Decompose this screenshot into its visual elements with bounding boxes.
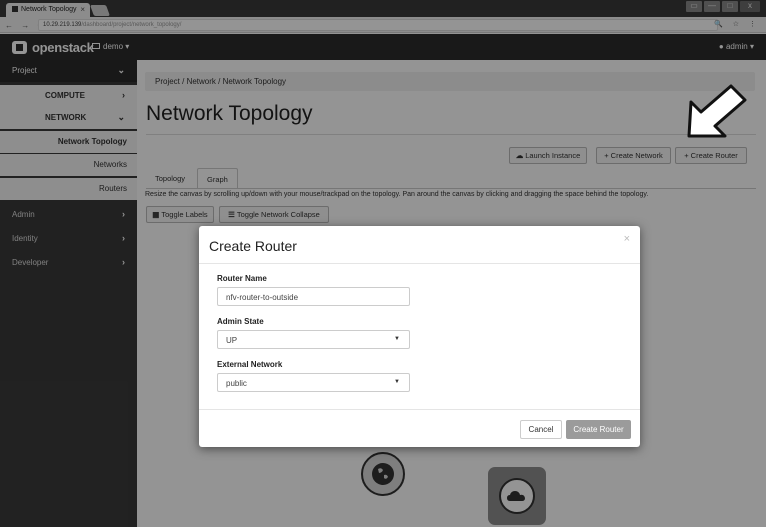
cancel-button[interactable]: Cancel [520, 420, 562, 439]
admin-state-select[interactable]: UP ▼ [217, 330, 410, 349]
caret-down-icon: ▼ [394, 336, 400, 342]
close-icon[interactable]: × [624, 233, 630, 245]
external-network-label: External Network [217, 360, 283, 369]
pointer-arrow-icon [687, 84, 747, 138]
external-network-select[interactable]: public ▼ [217, 373, 410, 392]
caret-down-icon: ▼ [394, 379, 400, 385]
admin-state-label: Admin State [217, 317, 264, 326]
router-name-input[interactable]: nfv-router-to-outside [217, 287, 410, 306]
external-network-value: public [226, 379, 247, 388]
modal-footer-divider [199, 409, 640, 410]
modal-title: Create Router [209, 238, 297, 254]
create-router-modal: Create Router × Router Name nfv-router-t… [199, 226, 640, 447]
admin-state-value: UP [226, 336, 238, 345]
create-router-submit-button[interactable]: Create Router [566, 420, 631, 439]
modal-divider [199, 263, 640, 264]
router-name-label: Router Name [217, 274, 267, 283]
